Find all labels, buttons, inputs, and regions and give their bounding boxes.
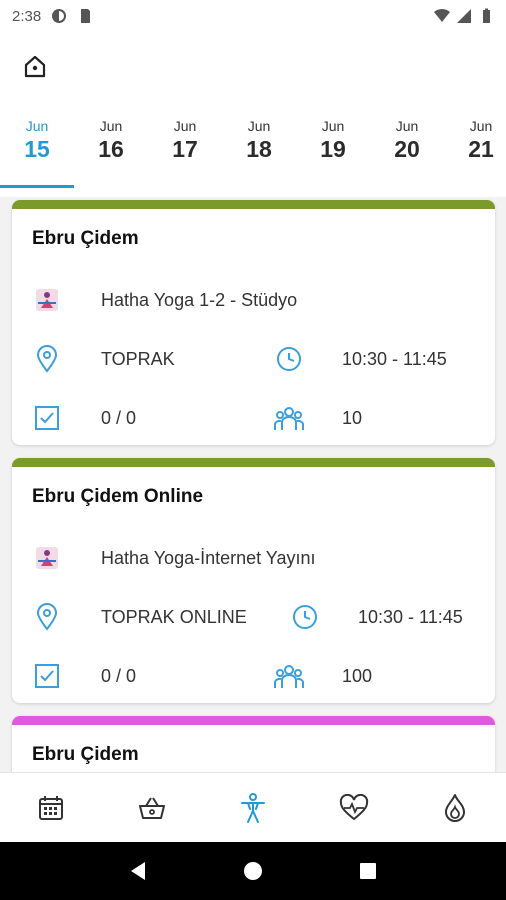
date-month: Jun	[321, 118, 345, 134]
home-circle-icon[interactable]	[242, 860, 264, 882]
card-accent-bar	[12, 458, 495, 467]
date-day: 20	[394, 136, 420, 162]
instructor-name: Ebru Çidem	[32, 228, 139, 249]
date-20[interactable]: Jun 20	[370, 114, 444, 188]
capacity: 100	[342, 665, 373, 686]
class-name: Hatha Yoga-İnternet Yayını	[101, 547, 316, 568]
location: TOPRAK ONLINE	[101, 606, 247, 627]
status-time: 2:38	[12, 7, 42, 25]
header: Jun 15 Jun 16 Jun 17 Jun 18 Jun 19 Jun 20 Jun 21	[0, 32, 506, 197]
group-icon	[272, 403, 306, 433]
date-day: 15	[24, 136, 50, 162]
instructor-name: Ebru Çidem	[32, 744, 139, 765]
date-19[interactable]: Jun 19	[296, 114, 370, 188]
clock-icon	[272, 344, 306, 374]
heart-pulse-icon	[340, 793, 369, 820]
wifi-icon	[434, 8, 450, 22]
class-card[interactable]: Ebru Çidem Hatha Yoga 1-2 - Stüdyo TOPRA…	[12, 200, 495, 445]
back-icon[interactable]	[127, 860, 149, 882]
home-button[interactable]	[18, 50, 52, 84]
sync-status-icon	[52, 9, 67, 23]
date-day: 19	[320, 136, 346, 162]
class-list: Ebru Çidem Hatha Yoga 1-2 - Stüdyo TOPRA…	[0, 197, 506, 772]
class-card[interactable]: Ebru Çidem	[12, 716, 495, 772]
date-15[interactable]: Jun 15	[0, 114, 74, 188]
sd-card-icon	[81, 9, 91, 23]
date-month: Jun	[173, 118, 197, 134]
date-month: Jun	[395, 118, 419, 134]
date-16[interactable]: Jun 16	[74, 114, 148, 188]
date-17[interactable]: Jun 17	[148, 114, 222, 188]
class-name: Hatha Yoga 1-2 - Stüdyo	[101, 289, 298, 310]
location-pin-icon	[32, 344, 62, 374]
home-icon	[24, 55, 46, 78]
instructor-name: Ebru Çidem Online	[32, 486, 204, 507]
date-day: 17	[172, 136, 198, 162]
checkbox-icon	[32, 661, 62, 691]
card-accent-bar	[12, 200, 495, 209]
date-month: Jun	[25, 118, 49, 134]
signal-icon	[457, 9, 471, 23]
booked-count: 0 / 0	[101, 407, 137, 428]
system-navigation-bar	[0, 842, 506, 900]
date-18[interactable]: Jun 18	[222, 114, 296, 188]
location-pin-icon	[32, 602, 62, 632]
date-21[interactable]: Jun 21	[444, 114, 506, 188]
clock-icon	[288, 602, 322, 632]
status-bar: 2:38	[0, 0, 506, 32]
battery-icon	[483, 8, 490, 23]
nav-calendar[interactable]	[0, 773, 101, 842]
nav-activity[interactable]	[202, 773, 303, 842]
capacity: 10	[342, 407, 363, 428]
bottom-navigation	[0, 772, 506, 842]
date-day: 18	[246, 136, 272, 162]
class-card[interactable]: Ebru Çidem Online Hatha Yoga-İnternet Ya…	[12, 458, 495, 703]
card-accent-bar	[12, 716, 495, 725]
date-month: Jun	[99, 118, 123, 134]
flame-icon	[445, 793, 466, 822]
person-activity-icon	[241, 792, 265, 823]
nav-health[interactable]	[304, 773, 405, 842]
class-time: 10:30 - 11:45	[342, 348, 447, 369]
nav-basket[interactable]	[101, 773, 202, 842]
date-strip: Jun 15 Jun 16 Jun 17 Jun 18 Jun 19 Jun 20 Jun 21	[0, 114, 506, 188]
booked-count: 0 / 0	[101, 665, 137, 686]
recents-icon[interactable]	[357, 860, 379, 882]
date-month: Jun	[469, 118, 493, 134]
yoga-class-icon	[32, 543, 62, 573]
nav-burn[interactable]	[405, 773, 506, 842]
basket-icon	[138, 796, 165, 819]
yoga-class-icon	[32, 285, 62, 315]
date-day: 16	[98, 136, 124, 162]
class-time: 10:30 - 11:45	[358, 606, 463, 627]
date-month: Jun	[247, 118, 271, 134]
location: TOPRAK	[101, 348, 175, 369]
date-day: 21	[468, 136, 494, 162]
group-icon	[272, 661, 306, 691]
calendar-icon	[38, 795, 63, 820]
checkbox-icon	[32, 403, 62, 433]
